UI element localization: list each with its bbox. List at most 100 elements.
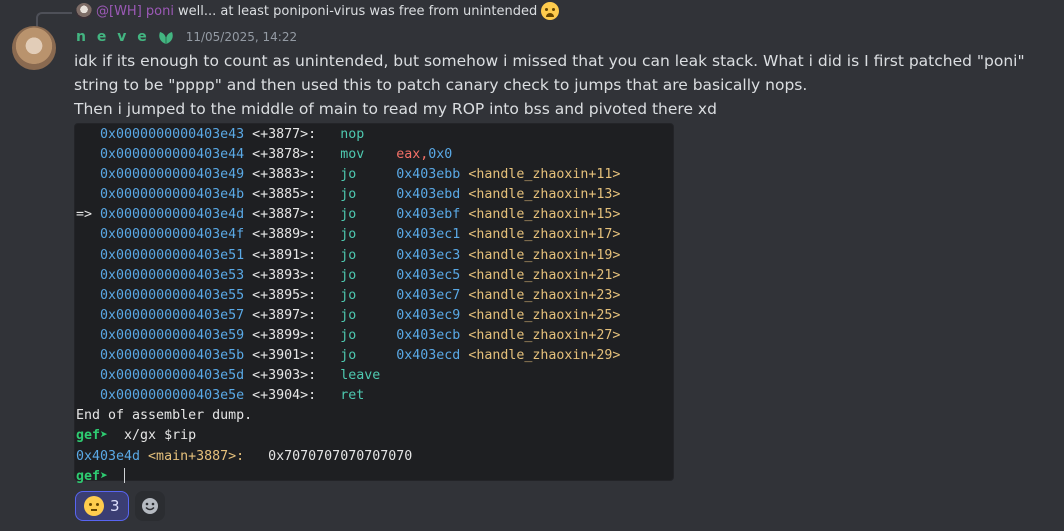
reply-connector <box>36 12 72 28</box>
instruction-address: 0x0000000000403e43 <box>100 127 245 142</box>
reply-text[interactable]: well... at least poniponi-virus was free… <box>178 4 537 19</box>
instruction-mnemonic: jo <box>340 207 397 223</box>
smiley-add-reaction-icon <box>141 498 158 514</box>
instruction-address: 0x0000000000403e49 <box>100 167 245 183</box>
instruction-offset: <+3893>: <box>244 267 341 283</box>
instruction-offset: <+3899>: <box>244 327 341 343</box>
gef-command: x/gx $rip <box>108 428 197 444</box>
instruction-offset: <+3895>: <box>244 287 341 303</box>
code-line: 0x0000000000403e5d <+3903>: leave <box>75 366 673 386</box>
instruction-mnemonic: jo <box>340 247 397 263</box>
instruction-address: 0x0000000000403e44 <box>100 147 245 163</box>
current-instruction-arrow <box>76 348 100 363</box>
instruction-symbol: <handle_zhaoxin+25> <box>460 307 621 323</box>
instruction-address: 0x0000000000403e59 <box>100 327 245 343</box>
instruction-offset: <+3887>: <box>244 207 341 223</box>
instruction-target: 0x403ebd <box>396 187 461 203</box>
author-name[interactable]: n e v e <box>76 29 150 45</box>
instruction-address: 0x0000000000403e57 <box>100 307 245 323</box>
message-paragraph: idk if its enough to count as unintended… <box>74 52 1025 94</box>
instruction-target: 0x403ec9 <box>396 307 461 323</box>
gef-prompt: gef➤ <box>76 468 109 484</box>
current-instruction-arrow <box>76 288 100 303</box>
code-line: 0x0000000000403e4f <+3889>: jo 0x403ec1 … <box>75 225 673 245</box>
code-line: gef➤ <box>75 467 673 487</box>
current-instruction-arrow <box>76 227 100 242</box>
reply-avatar[interactable] <box>76 3 92 19</box>
instruction-target: 0x403ec3 <box>396 247 461 263</box>
instruction-mnemonic: jo <box>340 348 397 364</box>
code-line: => 0x0000000000403e4d <+3887>: jo 0x403e… <box>75 205 673 225</box>
code-block[interactable]: 0x0000000000403e43 <+3877>: nop 0x000000… <box>74 123 674 484</box>
instruction-offset: <+3897>: <box>244 307 341 323</box>
code-line: End of assembler dump. <box>75 406 673 426</box>
code-line: 0x0000000000403e55 <+3895>: jo 0x403ec7 … <box>75 286 673 306</box>
instruction-address: 0x0000000000403e4d <box>100 207 245 223</box>
instruction-address: 0x0000000000403e53 <box>100 267 245 283</box>
instruction-target: 0x0 <box>428 147 453 163</box>
instruction-mnemonic: jo <box>340 287 397 303</box>
current-instruction-arrow <box>76 167 100 182</box>
instruction-symbol: <handle_zhaoxin+23> <box>460 287 621 303</box>
add-reaction-button[interactable] <box>134 491 165 521</box>
instruction-address: 0x0000000000403e5b <box>100 348 245 364</box>
author-avatar[interactable] <box>12 26 56 70</box>
instruction-symbol: <handle_zhaoxin+29> <box>460 348 621 364</box>
current-instruction-arrow <box>76 127 100 142</box>
instruction-symbol: <handle_zhaoxin+17> <box>460 227 621 243</box>
instruction-target: 0x403ec1 <box>396 227 461 243</box>
code-line: 0x0000000000403e51 <+3891>: jo 0x403ec3 … <box>75 246 673 266</box>
code-line: 0x0000000000403e53 <+3893>: jo 0x403ec5 … <box>75 266 673 286</box>
current-instruction-arrow <box>76 308 100 323</box>
code-line: 0x403e4d <main+3887>: 0x7070707070707070 <box>75 447 673 467</box>
instruction-mnemonic: ret <box>340 388 397 404</box>
code-line: 0x0000000000403e5b <+3901>: jo 0x403ecd … <box>75 346 673 366</box>
instruction-target: 0x403ebb <box>396 167 461 183</box>
instruction-mnemonic: jo <box>340 227 397 243</box>
reaction-saluting-face[interactable]: 3 <box>75 491 129 521</box>
instruction-target: 0x403ec7 <box>396 287 461 303</box>
reaction-count: 3 <box>110 497 120 515</box>
text-cursor <box>124 468 126 484</box>
instruction-mnemonic: jo <box>340 327 397 343</box>
instruction-mnemonic: jo <box>340 167 397 183</box>
instruction-symbol: <handle_zhaoxin+11> <box>460 167 621 183</box>
crying-face-emoji-icon <box>541 2 560 20</box>
current-instruction-arrow <box>76 388 100 403</box>
instruction-offset: <+3877>: <box>244 127 341 142</box>
instruction-address: 0x0000000000403e5e <box>100 388 245 404</box>
result-value: 0x7070707070707070 <box>244 448 413 464</box>
reply-preview[interactable]: @[WH] poni well... at least poniponi-vir… <box>76 2 560 20</box>
gef-prompt: gef➤ <box>76 428 109 444</box>
instruction-symbol: <handle_zhaoxin+15> <box>460 207 621 223</box>
reply-author[interactable]: @[WH] poni <box>96 4 174 19</box>
instruction-offset: <+3885>: <box>244 187 341 203</box>
current-instruction-arrow <box>76 368 100 383</box>
instruction-target: 0x403ecd <box>396 348 461 364</box>
current-instruction-arrow <box>76 328 100 343</box>
instruction-mnemonic: mov <box>340 147 397 163</box>
leaf-badge-icon <box>158 32 173 44</box>
instruction-mnemonic: jo <box>340 187 397 203</box>
instruction-offset: <+3878>: <box>244 147 341 163</box>
instruction-address: 0x0000000000403e4b <box>100 187 245 203</box>
code-line: 0x0000000000403e57 <+3897>: jo 0x403ec9 … <box>75 306 673 326</box>
instruction-mnemonic: jo <box>340 307 397 323</box>
current-instruction-arrow <box>76 147 100 162</box>
instruction-mnemonic: nop <box>340 127 397 142</box>
instruction-address: 0x0000000000403e4f <box>100 227 245 243</box>
instruction-offset: <+3904>: <box>244 388 341 404</box>
message-header: n e v e 11/05/2025, 14:22 <box>76 27 297 47</box>
instruction-symbol: <handle_zhaoxin+21> <box>460 267 621 283</box>
instruction-address: 0x0000000000403e55 <box>100 287 245 303</box>
code-line: 0x0000000000403e43 <+3877>: nop <box>75 125 673 145</box>
message-paragraph: Then i jumped to the middle of main to r… <box>74 100 717 118</box>
instruction-mnemonic: leave <box>340 368 397 384</box>
result-address: 0x403e4d <box>76 448 141 464</box>
instruction-symbol: <handle_zhaoxin+13> <box>460 187 621 203</box>
instruction-offset: <+3891>: <box>244 247 341 263</box>
reactions-bar: 3 <box>75 491 165 521</box>
code-line: 0x0000000000403e59 <+3899>: jo 0x403ecb … <box>75 326 673 346</box>
saluting-face-emoji-icon <box>84 496 104 516</box>
